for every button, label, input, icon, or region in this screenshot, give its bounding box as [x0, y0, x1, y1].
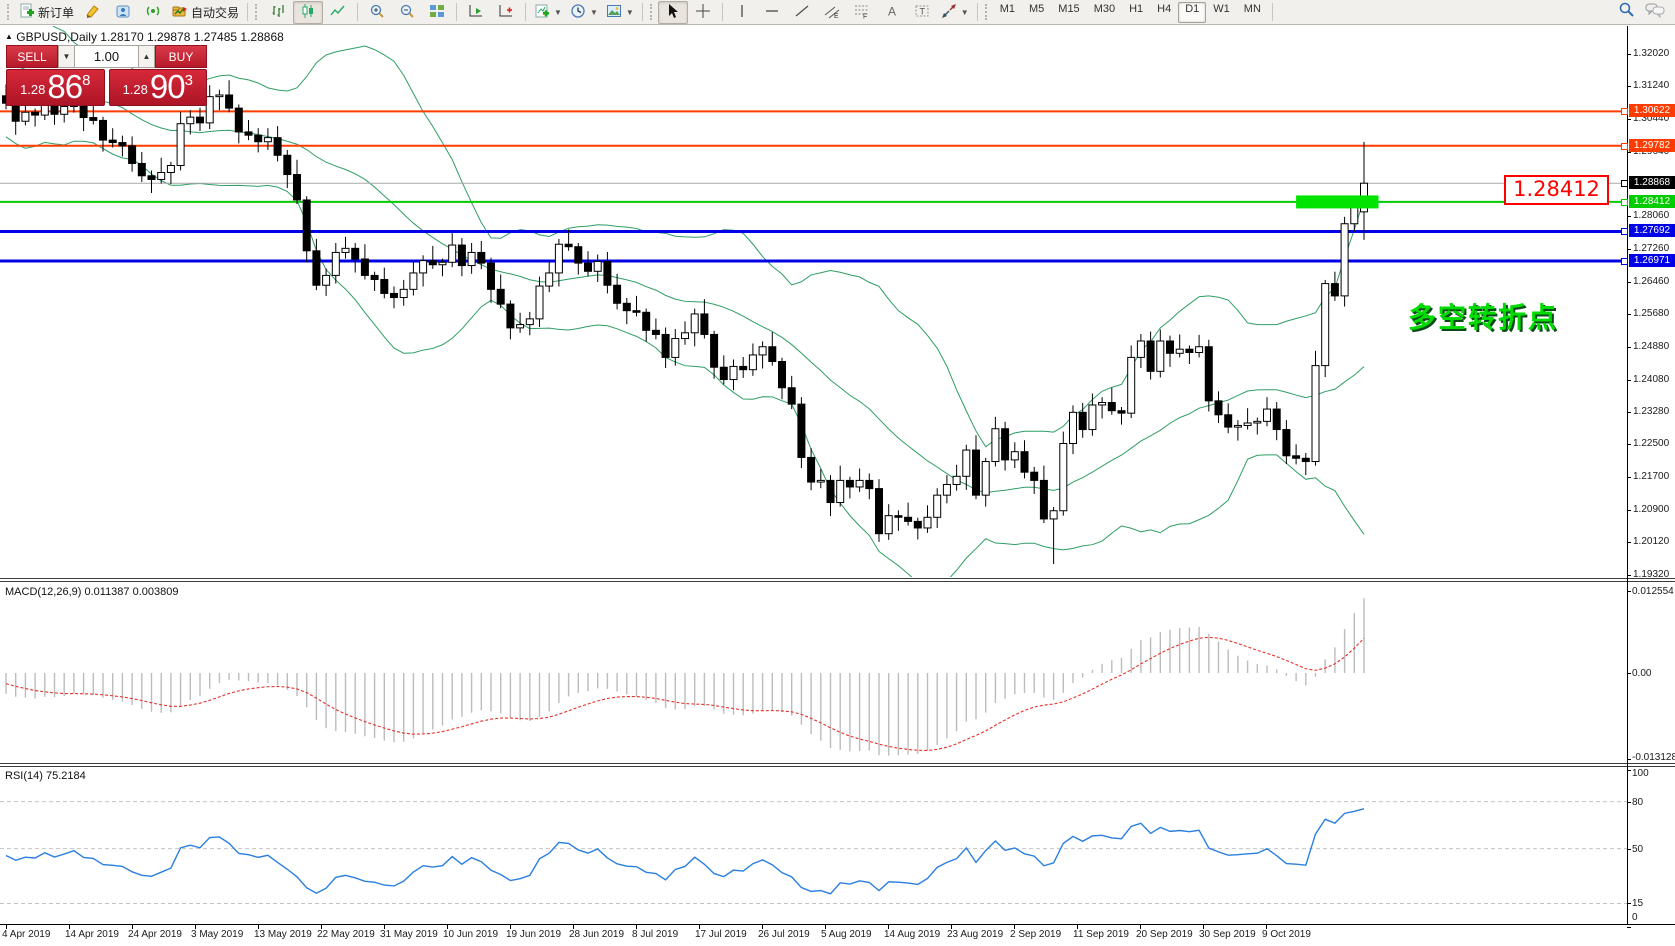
buy-price-main: 90 [149, 68, 186, 105]
line-anchor-mark [1621, 258, 1628, 265]
axis-price-tag: 1.30622 [1629, 104, 1675, 118]
sell-button[interactable]: SELL [6, 45, 58, 68]
line-anchor-mark [1621, 228, 1628, 236]
axis-price-tag: 1.27692 [1629, 224, 1675, 238]
volume-input[interactable] [75, 45, 138, 68]
price-callout-box[interactable]: 1.28412 [1504, 175, 1609, 205]
chart-title: ▲ GBPUSD,Daily 1.28170 1.29878 1.27485 1… [5, 30, 284, 44]
macd-indicator-label: MACD(12,26,9) 0.011387 0.003809 [5, 586, 179, 598]
sell-price-pip: 8 [82, 72, 91, 89]
line-anchor-mark [1621, 198, 1628, 206]
collapse-marker-icon[interactable]: ▲ [5, 32, 13, 41]
volume-increase-button[interactable]: ▲ [138, 45, 155, 68]
one-click-trading-panel: SELL ▼ ▲ BUY 1.28 86 8 1.28 90 3 [6, 45, 207, 106]
symbol-ohlc-text: GBPUSD,Daily 1.28170 1.29878 1.27485 1.2… [16, 30, 284, 44]
buy-price-button[interactable]: 1.28 90 3 [108, 68, 207, 106]
buy-price-prefix: 1.28 [122, 82, 148, 97]
axis-price-tag: 1.26971 [1629, 254, 1675, 267]
volume-decrease-button[interactable]: ▼ [58, 45, 75, 68]
chart-canvas [0, 26, 1675, 925]
sell-price-prefix: 1.28 [20, 82, 46, 97]
buy-button[interactable]: BUY [155, 45, 207, 68]
line-anchor-mark [1621, 142, 1628, 150]
rsi-indicator-label: RSI(14) 75.2184 [5, 770, 86, 782]
turning-point-annotation[interactable]: 多空转折点 [1408, 296, 1558, 336]
line-anchor-mark [1621, 180, 1628, 188]
sell-price-button[interactable]: 1.28 86 8 [6, 69, 105, 106]
axis-price-tag: 1.28412 [1629, 194, 1675, 208]
axis-price-tag: 1.29782 [1629, 138, 1675, 152]
sell-price-main: 86 [47, 68, 83, 105]
axis-price-tag: 1.28868 [1629, 176, 1675, 190]
buy-price-pip: 3 [184, 72, 193, 89]
mt4-window: 新订单 自动交易 ▼ ▼ ▼ E F A T ▼ M1 M5 M15 M30 H… [0, 0, 1675, 946]
line-anchor-mark [1621, 108, 1628, 116]
